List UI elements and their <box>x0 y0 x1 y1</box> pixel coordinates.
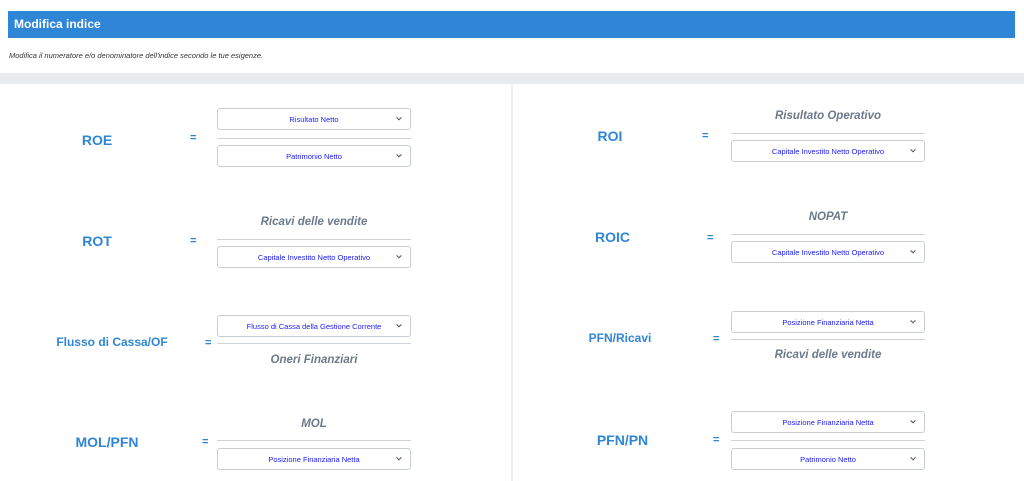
denominator-select-roic[interactable]: Capitale Investito Netto Operativo <box>731 241 925 263</box>
chevron-down-icon <box>396 255 402 259</box>
select-value: Patrimonio Netto <box>800 454 856 464</box>
chevron-down-icon <box>910 457 916 461</box>
denominator-select-pfn-pn[interactable]: Patrimonio Netto <box>731 448 925 470</box>
denominator-select-rot[interactable]: Capitale Investito Netto Operativo <box>217 246 411 268</box>
select-value: Capitale Investito Netto Operativo <box>257 252 371 262</box>
fraction-line <box>217 239 411 240</box>
equals-sign: = <box>202 436 209 448</box>
chevron-down-icon <box>910 320 916 324</box>
chevron-down-icon <box>396 154 402 158</box>
chevron-down-icon <box>910 149 916 153</box>
select-value: Patrimonio Netto <box>286 151 342 161</box>
section-separator <box>0 73 1024 84</box>
select-value: Posizione Finanziaria Netta <box>268 454 360 464</box>
ratio-label-rot: ROT <box>82 233 112 249</box>
modal-title: Modifica indice <box>14 17 101 31</box>
ratio-label-roi: ROI <box>597 128 623 144</box>
select-value: Posizione Finanziaria Netta <box>782 317 874 327</box>
modal-header: Modifica indice <box>8 11 1015 38</box>
numerator-text-roi: Risultato Operativo <box>774 110 882 122</box>
numerator-select-pfn-pn[interactable]: Posizione Finanziaria Netta <box>731 411 925 433</box>
ratio-label-pfn-ricavi: PFN/Ricavi <box>588 331 652 345</box>
numerator-select-roe[interactable]: Risultato Netto <box>217 108 411 130</box>
denominator-select-roe[interactable]: Patrimonio Netto <box>217 145 411 167</box>
chevron-down-icon <box>396 117 402 121</box>
chevron-down-icon <box>910 250 916 254</box>
chevron-down-icon <box>396 324 402 328</box>
numerator-text-roic: NOPAT <box>808 211 848 223</box>
equals-sign: = <box>713 333 720 345</box>
select-value: Capitale Investito Netto Operativo <box>771 146 885 156</box>
fraction-line <box>217 138 411 139</box>
fraction-line <box>217 440 411 441</box>
select-value: Risultato Netto <box>289 114 339 124</box>
instructions-text: Modifica il numeratore e/o denominatore … <box>9 51 264 60</box>
numerator-select-flusso-cassa-of[interactable]: Flusso di Cassa della Gestione Corrente <box>217 315 411 337</box>
equals-sign: = <box>713 434 720 446</box>
chevron-down-icon <box>396 457 402 461</box>
equals-sign: = <box>205 337 212 349</box>
denominator-select-mol-pfn[interactable]: Posizione Finanziaria Netta <box>217 448 411 470</box>
fraction-line <box>217 343 411 344</box>
numerator-text-rot: Ricavi delle vendite <box>260 216 368 228</box>
denominator-text-flusso-cassa-of: Oneri Finanziari <box>270 354 358 366</box>
equals-sign: = <box>707 232 714 244</box>
numerator-select-pfn-ricavi[interactable]: Posizione Finanziaria Netta <box>731 311 925 333</box>
numerator-text-mol-pfn: MOL <box>301 418 327 430</box>
ratio-label-mol-pfn: MOL/PFN <box>75 434 139 450</box>
fraction-line <box>731 133 925 134</box>
equals-sign: = <box>190 132 197 144</box>
ratio-label-pfn-pn: PFN/PN <box>596 432 649 448</box>
chevron-down-icon <box>910 420 916 424</box>
fraction-line <box>731 234 925 235</box>
equals-sign: = <box>190 235 197 247</box>
denominator-select-roi[interactable]: Capitale Investito Netto Operativo <box>731 140 925 162</box>
ratio-label-roic: ROIC <box>595 229 630 245</box>
select-value: Flusso di Cassa della Gestione Corrente <box>246 321 382 331</box>
select-value: Posizione Finanziaria Netta <box>782 417 874 427</box>
denominator-text-pfn-ricavi: Ricavi delle vendite <box>774 349 882 361</box>
select-value: Capitale Investito Netto Operativo <box>771 247 885 257</box>
ratio-label-flusso-cassa-of: Flusso di Cassa/OF <box>56 335 168 349</box>
ratio-label-roe: ROE <box>81 132 113 148</box>
fraction-line <box>731 440 925 441</box>
equals-sign: = <box>702 130 709 142</box>
fraction-line <box>731 339 925 340</box>
